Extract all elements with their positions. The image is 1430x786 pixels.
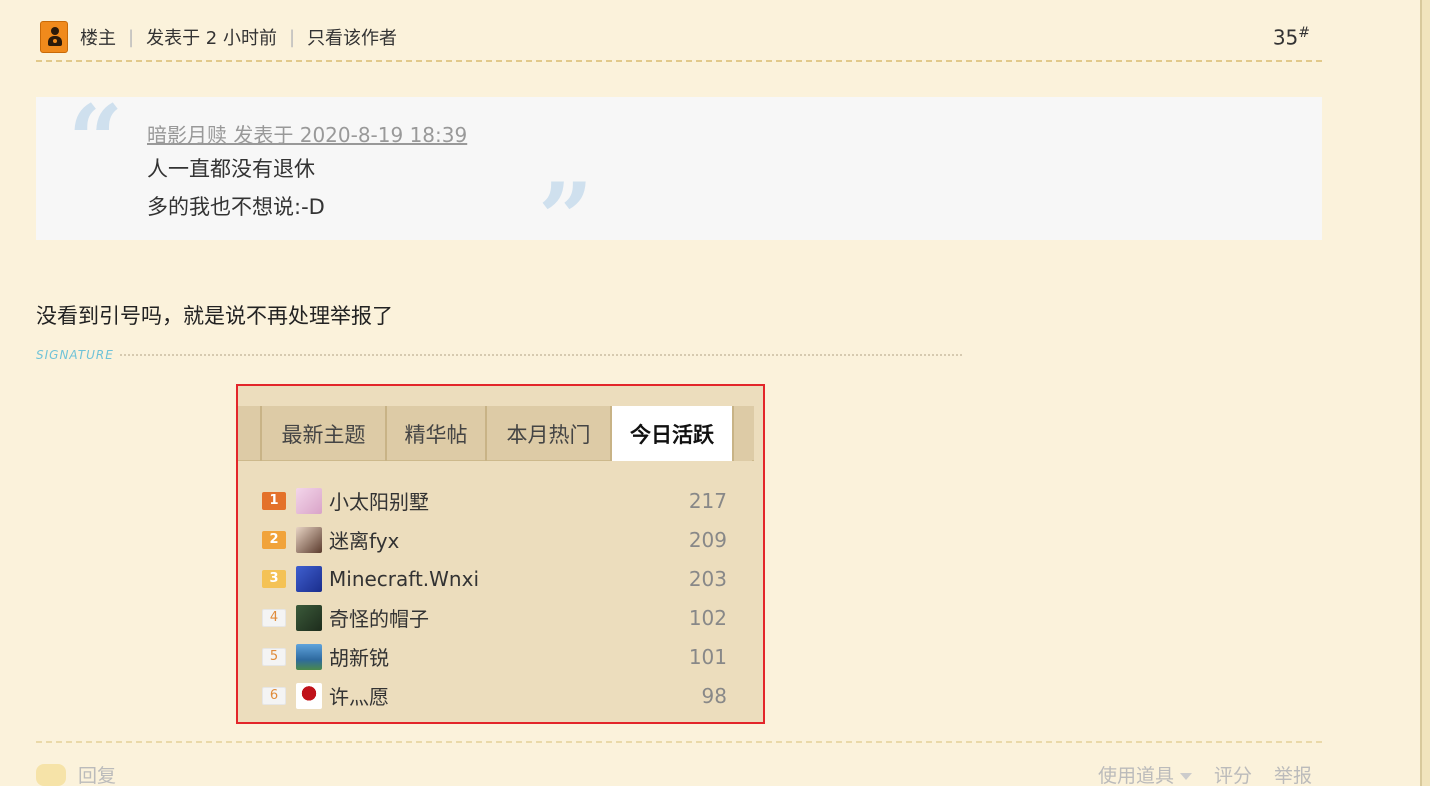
quote-block: “ ” 暗影月赎 发表于 2020-8-19 18:39 人一直都没有退休 多的… xyxy=(36,93,1322,267)
score: 102 xyxy=(688,605,727,630)
list-item: 2 迷离fyx 209 xyxy=(238,520,763,559)
score: 101 xyxy=(688,644,727,669)
list-item: 3 Minecraft.Wnxi 203 xyxy=(238,559,763,598)
post-header: 楼主 | 发表于 2 小时前 | 只看该作者 35# xyxy=(36,14,1322,62)
rank-badge: 3 xyxy=(262,569,286,588)
post-time: 发表于 2 小时前 xyxy=(146,28,277,49)
report-button[interactable]: 举报 xyxy=(1274,761,1312,786)
rank-badge: 4 xyxy=(262,608,286,627)
floor-number[interactable]: 35# xyxy=(1273,25,1310,50)
only-author-link[interactable]: 只看该作者 xyxy=(307,24,397,50)
score: 217 xyxy=(688,488,727,513)
list-item: 5 胡新锐 101 xyxy=(238,637,763,676)
list-item: 6 许灬愿 98 xyxy=(238,676,763,715)
rate-button[interactable]: 评分 xyxy=(1214,761,1252,786)
signature-label: SIGNATURE xyxy=(36,348,114,362)
use-tool-button[interactable]: 使用道具 xyxy=(1076,761,1192,786)
user-name: 胡新锐 xyxy=(329,646,389,670)
reply-icon xyxy=(36,763,66,786)
chevron-down-icon xyxy=(1179,773,1192,780)
scrollbar-track[interactable] xyxy=(1420,0,1430,786)
tab-monthly-hot: 本月热门 xyxy=(485,406,610,461)
avatar xyxy=(296,565,322,592)
rank-badge: 1 xyxy=(262,491,286,510)
list-item: 4 奇怪的帽子 102 xyxy=(238,598,763,637)
post-page: 楼主 | 发表于 2 小时前 | 只看该作者 35# “ ” 暗影月赎 发表于 … xyxy=(0,0,1430,786)
role-label: 楼主 xyxy=(80,28,116,49)
rank-badge: 2 xyxy=(262,530,286,549)
close-quote-icon: ” xyxy=(538,162,594,275)
user-name: 迷离fyx xyxy=(329,529,400,553)
score: 209 xyxy=(688,527,727,552)
quote-line: 人一直都没有退休 xyxy=(147,157,315,181)
divider: | xyxy=(288,26,296,48)
score: 203 xyxy=(688,566,727,591)
rank-badge: 6 xyxy=(262,686,286,705)
open-quote-icon: “ xyxy=(68,84,124,197)
divider: | xyxy=(128,26,135,48)
post-body: 没看到引号吗，就是说不再处理举报了 xyxy=(36,304,393,328)
score: 98 xyxy=(701,683,727,708)
user-name: 奇怪的帽子 xyxy=(329,607,429,631)
user-name: 小太阳别墅 xyxy=(329,490,429,514)
reply-label: 回复 xyxy=(78,765,117,786)
avatar xyxy=(296,643,322,670)
avatar xyxy=(296,487,322,514)
post-actions: 使用道具 评分 举报 xyxy=(1054,761,1312,786)
avatar xyxy=(296,526,322,553)
avatar xyxy=(296,604,322,631)
user-name: 许灬愿 xyxy=(329,685,389,709)
signature-image: 最新主题 精华帖 本月热门 今日活跃 1 小太阳别墅 217 2 迷离fyx 2… xyxy=(236,384,765,724)
tab-featured: 精华帖 xyxy=(385,406,485,461)
user-name: Minecraft.Wnxi xyxy=(329,566,479,591)
landlord-icon xyxy=(40,21,68,53)
rank-badge: 5 xyxy=(262,647,286,666)
signature-divider: SIGNATURE xyxy=(36,346,962,364)
tab-today-active: 今日活跃 xyxy=(610,406,732,461)
tab-latest: 最新主题 xyxy=(260,406,385,461)
ranking-tabs: 最新主题 精华帖 本月热门 今日活跃 xyxy=(238,406,754,461)
quote-meta-link[interactable]: 暗影月赎 发表于 2020-8-19 18:39 xyxy=(147,119,467,148)
reply-button[interactable]: 回复 xyxy=(36,761,116,786)
avatar xyxy=(296,682,322,709)
quote-line: 多的我也不想说:-D xyxy=(147,195,325,219)
post-actions-bar: 回复 使用道具 评分 举报 xyxy=(36,741,1322,786)
list-item: 1 小太阳别墅 217 xyxy=(238,481,763,520)
